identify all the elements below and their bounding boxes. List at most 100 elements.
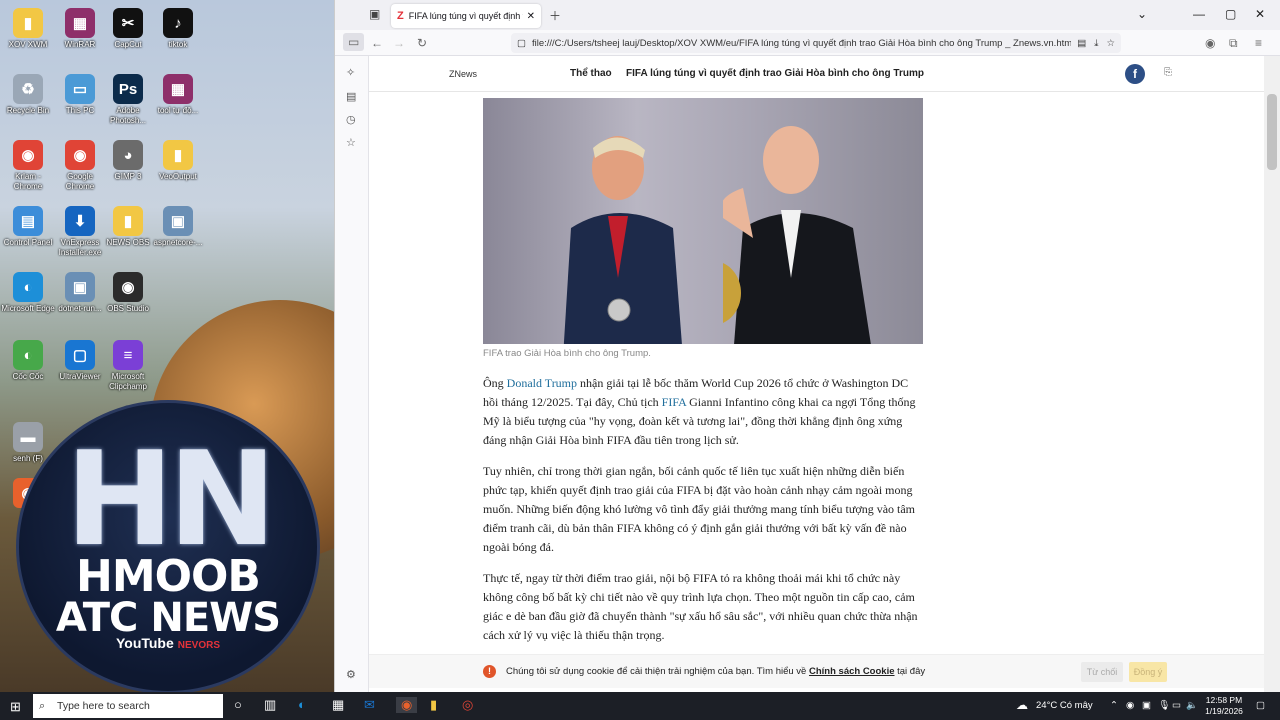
desktop-icon[interactable]: ▤ Control Panel bbox=[0, 206, 56, 248]
desktop-icon[interactable]: ◐ Cốc Cốc bbox=[0, 340, 56, 382]
desktop-app-icon: ≡ bbox=[113, 340, 143, 370]
cookie-accept-button[interactable]: Đồng ý bbox=[1129, 662, 1167, 682]
photo-person-left bbox=[563, 136, 682, 344]
desktop-icon[interactable]: ◕ GIMP 3 bbox=[100, 140, 156, 182]
browser-sidebar: ✧ ▤ ◷ ☆ ⚙ bbox=[335, 56, 369, 692]
cookie-tail: tại đây bbox=[894, 666, 926, 677]
history-icon[interactable]: ◷ bbox=[346, 113, 356, 126]
new-tab-icon[interactable]: ＋ bbox=[549, 7, 561, 24]
back-icon[interactable]: ← bbox=[371, 36, 383, 50]
menu-icon[interactable]: ≡ bbox=[1255, 36, 1262, 50]
bookmark-star-icon[interactable]: ☆ bbox=[1106, 38, 1115, 49]
site-brand[interactable]: ZNews bbox=[449, 69, 477, 79]
url-text: file:///C:/Users/tsheej lauj/Desktop/XOV… bbox=[531, 37, 1072, 49]
desktop-icon[interactable]: Ps Adobe Photosh... bbox=[100, 74, 156, 126]
desktop-icon[interactable]: ▮ VeoOutput bbox=[150, 140, 206, 182]
store-taskbar-icon[interactable]: ▦ bbox=[332, 697, 344, 713]
desktop-icon[interactable]: ◐ Microsoft Edge bbox=[0, 272, 56, 314]
firefox-taskbar-icon[interactable]: ◉ bbox=[396, 697, 418, 713]
page-scrollbar[interactable] bbox=[1264, 56, 1280, 692]
facebook-share-icon[interactable]: f bbox=[1125, 64, 1145, 84]
volume-icon[interactable]: 🔈 bbox=[1186, 700, 1198, 711]
synced-tabs-icon[interactable]: ▤ bbox=[346, 90, 356, 103]
desktop-icon[interactable]: ♪ tiktok bbox=[150, 8, 206, 50]
outlook-taskbar-icon[interactable]: ✉ bbox=[364, 697, 375, 713]
desktop-app-icon: ▤ bbox=[13, 206, 43, 236]
desktop-app-icon: ▣ bbox=[65, 272, 95, 302]
notifications-icon[interactable]: ▢ bbox=[1256, 700, 1265, 711]
forward-icon[interactable]: → bbox=[393, 36, 405, 50]
cookie-reject-button[interactable]: Từ chối bbox=[1081, 662, 1123, 682]
photo-caption: FIFA trao Giải Hòa bình cho ông Trump. bbox=[483, 348, 651, 359]
clock-time: 12:58 PM bbox=[1205, 695, 1243, 705]
weather-text[interactable]: 24°C Có mây bbox=[1036, 700, 1093, 711]
desktop-icon[interactable]: ≡ Microsoft Clipchamp bbox=[100, 340, 156, 392]
desktop-app-icon: ◉ bbox=[65, 140, 95, 170]
task-view-icon[interactable]: ○ bbox=[234, 697, 242, 712]
tab-overflow-chevron-icon[interactable]: ⌄ bbox=[1137, 7, 1147, 21]
weather-icon[interactable]: ☁ bbox=[1016, 698, 1028, 712]
url-bar[interactable]: ▢ file:///C:/Users/tsheej lauj/Desktop/X… bbox=[511, 33, 1121, 53]
desktop-icon[interactable]: ▦ tool tự độ... bbox=[150, 74, 206, 116]
tray-app-icon[interactable]: ▣ bbox=[1142, 700, 1151, 711]
desktop-app-icon: ▮ bbox=[163, 140, 193, 170]
clock[interactable]: 12:58 PM 1/19/2026 bbox=[1200, 695, 1248, 717]
desktop-app-icon: Ps bbox=[113, 74, 143, 104]
minimize-icon[interactable]: — bbox=[1193, 7, 1205, 21]
widgets-icon[interactable]: ▥ bbox=[264, 697, 276, 713]
desktop-icon-label: VeoOutput bbox=[159, 172, 197, 181]
reload-icon[interactable]: ↻ bbox=[417, 36, 427, 50]
taskbar: ⊞ ⌕ Type here to search ○ ▥ ◐ ▦ ✉ ◉ ▮ ◎ … bbox=[0, 692, 1280, 720]
ai-chat-icon[interactable]: ✧ bbox=[346, 66, 355, 79]
category-link[interactable]: Thể thao bbox=[570, 68, 612, 79]
desktop-icon[interactable]: ◉ OBS Studio bbox=[100, 272, 156, 314]
customize-gear-icon[interactable]: ⚙ bbox=[346, 668, 356, 681]
extensions-icon[interactable]: ⧉ bbox=[1229, 36, 1238, 51]
trump-link[interactable]: Donald Trump bbox=[507, 376, 577, 390]
desktop-icon-label: NEWS OBS bbox=[106, 238, 150, 247]
desktop-icon[interactable]: ♻ Recycle Bin bbox=[0, 74, 56, 116]
network-icon[interactable]: ▭ bbox=[1172, 700, 1181, 711]
maximize-icon[interactable]: ▢ bbox=[1225, 7, 1236, 21]
taskbar-search[interactable]: ⌕ Type here to search bbox=[33, 694, 223, 718]
desktop-icon[interactable]: ◉ Krlam - Chrome bbox=[0, 140, 56, 192]
desktop-icon-label: GIMP 3 bbox=[114, 172, 142, 181]
desktop-app-icon: ▦ bbox=[163, 74, 193, 104]
nav-bar: ▭ ← → ↻ ▢ file:///C:/Users/tsheej lauj/D… bbox=[335, 30, 1280, 56]
explorer-taskbar-icon[interactable]: ▮ bbox=[430, 697, 437, 713]
desktop-icon[interactable]: ▣ aspnetcore-... bbox=[150, 206, 206, 248]
desktop-icon[interactable]: ▮ XOV XWM bbox=[0, 8, 56, 50]
znews-favicon-icon: Z bbox=[397, 10, 404, 22]
desktop-icon[interactable]: ✂ CapCut bbox=[100, 8, 156, 50]
tray-chevron-icon[interactable]: ⌃ bbox=[1110, 700, 1118, 711]
desktop-app-icon: ◉ bbox=[113, 272, 143, 302]
tab-close-icon[interactable]: ✕ bbox=[527, 11, 535, 22]
desktop-icon-label: aspnetcore-... bbox=[153, 238, 203, 247]
desktop-icon-label: Krlam - Chrome bbox=[13, 172, 43, 191]
reader-view-icon[interactable]: ▤ bbox=[1077, 38, 1086, 49]
desktop-icon-label: Adobe Photosh... bbox=[109, 106, 147, 125]
page-info-icon[interactable]: ▢ bbox=[517, 38, 526, 49]
tab-active[interactable]: Z FIFA lúng túng vì quyết định trao ✕ bbox=[391, 4, 541, 28]
sidebar-toggle-icon[interactable]: ▭ bbox=[343, 33, 365, 51]
cookie-policy-link[interactable]: Chính sách Cookie bbox=[809, 666, 895, 677]
microphone-icon[interactable]: 🎙 bbox=[1158, 700, 1170, 711]
article-photo bbox=[483, 98, 923, 344]
tray-chrome-icon[interactable]: ◉ bbox=[1126, 700, 1134, 711]
desktop-app-icon: ▦ bbox=[65, 8, 95, 38]
desktop-icon[interactable]: ▮ NEWS OBS bbox=[100, 206, 156, 248]
tab-title: FIFA lúng túng vì quyết định trao bbox=[408, 11, 523, 21]
share-icon[interactable]: ⎘ bbox=[1164, 67, 1172, 78]
bookmarks-icon[interactable]: ☆ bbox=[346, 136, 356, 149]
scrollbar-thumb[interactable] bbox=[1267, 94, 1277, 170]
save-page-icon[interactable]: ⤓ bbox=[1094, 38, 1098, 49]
recorder-taskbar-icon[interactable]: ◎ bbox=[462, 697, 473, 713]
logo-youtube-text: YouTube bbox=[115, 635, 174, 651]
tab-list-icon[interactable]: ▣ bbox=[369, 7, 380, 21]
edge-taskbar-icon[interactable]: ◐ bbox=[298, 697, 306, 712]
window-close-icon[interactable]: ✕ bbox=[1255, 7, 1265, 21]
account-icon[interactable]: ◉ bbox=[1205, 36, 1215, 50]
fifa-link[interactable]: FIFA bbox=[662, 395, 686, 409]
windows-start-icon[interactable]: ⊞ bbox=[10, 699, 21, 715]
desktop-app-icon: ▭ bbox=[65, 74, 95, 104]
